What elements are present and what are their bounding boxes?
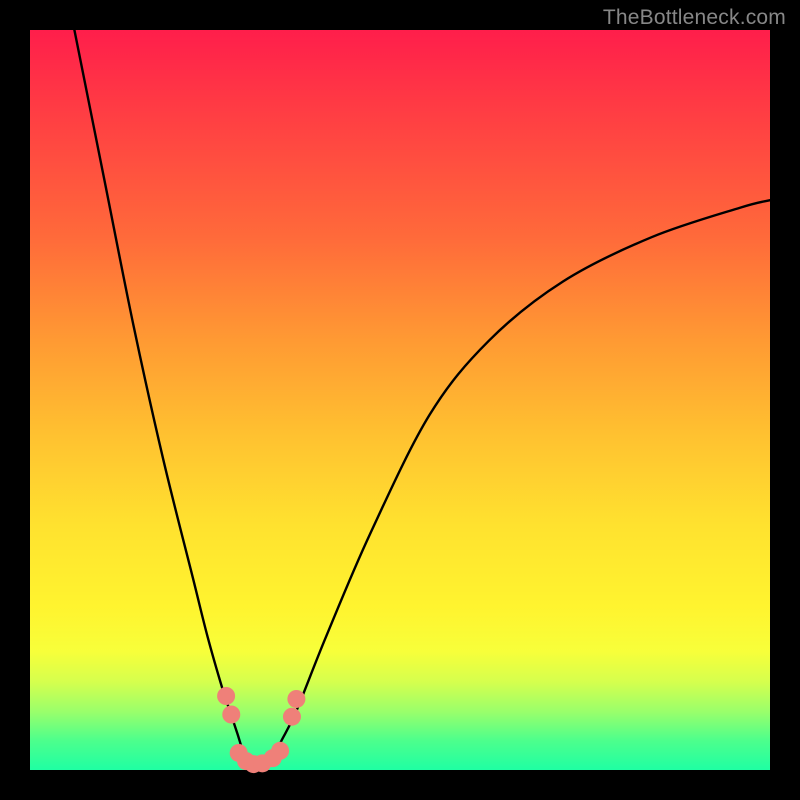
marker-dot (217, 687, 235, 705)
marker-dot (283, 708, 301, 726)
chart-frame: TheBottleneck.com (0, 0, 800, 800)
highlight-dots (217, 687, 305, 773)
curve-layer (30, 30, 770, 770)
watermark-text: TheBottleneck.com (603, 6, 786, 30)
marker-dot (287, 690, 305, 708)
bottleneck-curve (74, 30, 770, 766)
marker-dot (222, 706, 240, 724)
plot-area (30, 30, 770, 770)
marker-dot (271, 742, 289, 760)
